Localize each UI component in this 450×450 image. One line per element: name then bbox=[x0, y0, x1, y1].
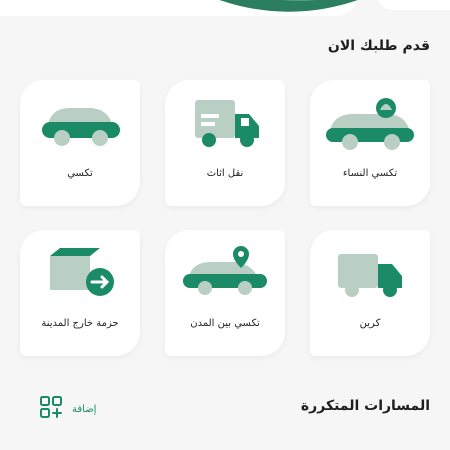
intercity-taxi-icon bbox=[175, 244, 275, 304]
top-banner bbox=[0, 0, 358, 16]
moving-truck-icon bbox=[175, 94, 275, 154]
service-card-package-outside-city[interactable]: حزمة خارج المدينة bbox=[20, 230, 140, 356]
crane-truck-icon bbox=[320, 244, 420, 304]
service-card-furniture-moving[interactable]: نقل اثاث bbox=[165, 80, 285, 206]
service-label: تكسي بين المدن bbox=[190, 318, 260, 329]
top-tab[interactable] bbox=[378, 0, 450, 10]
women-taxi-icon bbox=[320, 94, 420, 154]
service-label: حزمة خارج المدينة bbox=[41, 318, 119, 329]
service-label: تكسي النساء bbox=[342, 168, 398, 179]
grid-add-icon bbox=[40, 396, 62, 422]
order-section-title: قدم طلبك الان bbox=[327, 38, 430, 54]
service-label: كرين bbox=[359, 318, 381, 329]
add-route-button[interactable]: إضافة bbox=[40, 396, 96, 422]
frequent-routes-title: المسارات المتكررة bbox=[300, 398, 430, 414]
add-route-label: إضافة bbox=[72, 403, 97, 415]
service-label: نقل اثاث bbox=[206, 168, 244, 179]
package-outside-city-icon bbox=[30, 244, 130, 304]
service-label: تكسي bbox=[67, 168, 93, 179]
service-card-taxi[interactable]: تكسي bbox=[20, 80, 140, 206]
service-card-crane[interactable]: كرين bbox=[310, 230, 430, 356]
taxi-car-icon bbox=[30, 94, 130, 154]
service-card-intercity-taxi[interactable]: تكسي بين المدن bbox=[165, 230, 285, 356]
service-card-women-taxi[interactable]: تكسي النساء bbox=[310, 80, 430, 206]
